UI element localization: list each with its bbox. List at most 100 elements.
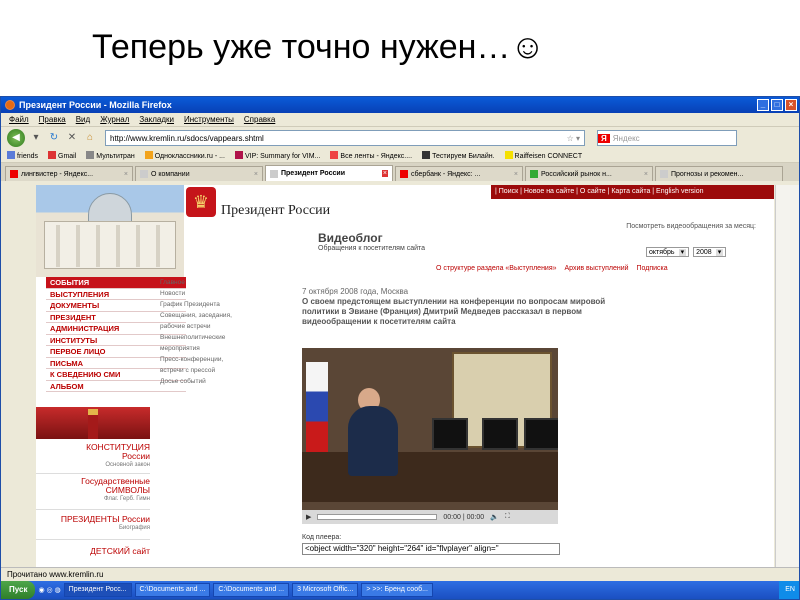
volume-icon[interactable]: 🔈 (490, 513, 499, 521)
window-titlebar[interactable]: Президент России - Mozilla Firefox _ □ × (1, 97, 799, 113)
watch-by-month-label: Посмотреть видеообращения за месяц: (626, 223, 756, 230)
search-box[interactable]: Я Яндекс (597, 130, 737, 146)
taskbar-item[interactable]: 3 Microsoft Offic... (292, 583, 359, 597)
status-bar: Прочитано www.kremlin.ru (1, 567, 799, 581)
submenu-item[interactable]: мероприятия (160, 343, 260, 354)
player-code-field[interactable]: <object width="320" height="264" id="flv… (302, 543, 560, 555)
menu-bar: Файл Правка Вид Журнал Закладки Инструме… (1, 113, 799, 127)
submenu-item[interactable]: встречи с прессой (160, 365, 260, 376)
subnav-subscribe-link[interactable]: Подписка (636, 265, 667, 272)
menu-tools[interactable]: Инструменты (184, 115, 234, 124)
submenu-item[interactable]: Досье событий (160, 376, 260, 387)
menu-view[interactable]: Вид (76, 115, 90, 124)
taskbar-item[interactable]: C:\Documents and ... (134, 583, 211, 597)
player-code-label: Код плеера: (302, 534, 342, 541)
submenu-item[interactable]: Пресс-конференции, (160, 354, 260, 365)
submenu-item[interactable]: Главное (160, 277, 260, 288)
browser-window: Президент России - Mozilla Firefox _ □ ×… (0, 96, 800, 600)
search-placeholder: Яндекс (612, 133, 640, 143)
state-symbols-link[interactable]: Государственные СИМВОЛЫ Флаг. Герб. Гимн (46, 477, 150, 504)
video-frame-person (348, 406, 398, 476)
bookmarks-toolbar: friends Gmail Мультитран Одноклассники.r… (1, 149, 799, 163)
submenu-item[interactable]: График Президента (160, 299, 260, 310)
tab[interactable]: Российский рынок н... × (525, 166, 653, 181)
site-title[interactable]: Президент России (221, 203, 330, 219)
submenu-item[interactable]: рабочие встречи (160, 321, 260, 332)
submenu-item[interactable]: Новости (160, 288, 260, 299)
kremlin-tower-image (36, 407, 150, 439)
subnav-archive-link[interactable]: Архив выступлений (564, 265, 628, 272)
tab[interactable]: сбербанк - Яндекс: ... × (395, 166, 523, 181)
menu-history[interactable]: Журнал (100, 115, 129, 124)
presidents-link[interactable]: ПРЕЗИДЕНТЫ России Биография (46, 515, 150, 533)
bookmark-item[interactable]: friends (7, 151, 38, 160)
kids-site-link[interactable]: ДЕТСКИЙ сайт (46, 547, 150, 556)
tab-close-icon[interactable]: × (254, 171, 258, 178)
chevron-down-icon: ▾ (678, 249, 687, 256)
video-time: 00:00 | 00:00 (443, 513, 485, 521)
reload-icon[interactable]: ↻ (47, 131, 61, 145)
stop-icon[interactable]: ✕ (65, 131, 79, 145)
bookmark-star-icon[interactable]: ☆ ▾ (567, 134, 584, 143)
tab-close-icon[interactable]: × (124, 171, 128, 178)
video-frame-monitor (482, 418, 518, 450)
minimize-button[interactable]: _ (757, 99, 769, 111)
video-seek-bar[interactable] (317, 514, 438, 520)
bookmark-item[interactable]: Raiffeisen CONNECT (504, 151, 582, 160)
menu-edit[interactable]: Правка (39, 115, 66, 124)
window-title: Президент России - Mozilla Firefox (19, 100, 172, 110)
taskbar-item[interactable]: C:\Documents and ... (213, 583, 290, 597)
tab-active[interactable]: Президент России × (265, 165, 393, 181)
constitution-link[interactable]: КОНСТИТУЦИЯ России Основной закон (46, 443, 150, 470)
bookmark-item[interactable]: Тестируем Билайн. (422, 151, 495, 160)
bookmark-item[interactable]: VIP: Summary for VIM... (234, 151, 320, 160)
windows-taskbar: Пуск ◉ ◎ ◍ Президент Росс... C:\Document… (1, 581, 799, 599)
tab[interactable]: О компании × (135, 166, 263, 181)
menu-help[interactable]: Справка (244, 115, 275, 124)
tab[interactable]: Прогнозы и рекомен... (655, 166, 783, 181)
section-title: Видеоблог (318, 231, 383, 245)
video-frame-monitor (524, 418, 558, 450)
tab-bar: лингвистер - Яндекс... × О компании × През… (1, 163, 799, 181)
tab-close-icon[interactable]: × (514, 171, 518, 178)
fullscreen-icon[interactable]: ⛶ (505, 513, 510, 521)
menu-bookmarks[interactable]: Закладки (139, 115, 174, 124)
play-icon[interactable]: ▶ (306, 513, 311, 521)
quicklaunch-icon[interactable]: ◉ ◎ ◍ (38, 586, 60, 594)
section-subnav: О структуре раздела «Выступления» Архив … (436, 265, 674, 272)
article-headline[interactable]: О своем предстоящем выступлении на конфе… (302, 297, 632, 327)
home-icon[interactable]: ⌂ (83, 131, 97, 145)
submenu-item[interactable]: Внешнеполитические (160, 332, 260, 343)
article-date: 7 октября 2008 года, Москва (302, 287, 409, 296)
tab-close-icon[interactable]: × (644, 171, 648, 178)
bookmark-item[interactable]: Одноклассники.ru - ... (144, 151, 225, 160)
maximize-button[interactable]: □ (771, 99, 783, 111)
close-button[interactable]: × (785, 99, 797, 111)
month-select[interactable]: октябрь ▾ (646, 247, 690, 257)
taskbar-item[interactable]: Президент Росс... (63, 583, 132, 597)
video-frame-desk (302, 452, 558, 502)
bookmark-item[interactable]: Gmail (48, 151, 76, 160)
menu-file[interactable]: Файл (9, 115, 29, 124)
slide-title: Теперь уже точно нужен…☺ (92, 28, 546, 66)
video-player[interactable]: ▶ 00:00 | 00:00 🔈 ⛶ (302, 348, 558, 524)
language-indicator[interactable]: EN (785, 586, 795, 593)
subnav-structure-link[interactable]: О структуре раздела «Выступления» (436, 265, 557, 272)
firefox-icon (5, 100, 15, 110)
tab[interactable]: лингвистер - Яндекс... × (5, 166, 133, 181)
bookmark-item[interactable]: Мультитран (86, 151, 135, 160)
back-button[interactable]: ◀ (7, 129, 25, 147)
tab-close-icon[interactable]: × (381, 170, 388, 177)
taskbar-item[interactable]: > >>: Бренд сооб... (361, 583, 433, 597)
top-links-bar[interactable]: | Поиск | Новое на сайте | О сайте | Кар… (491, 185, 774, 199)
coat-of-arms-icon[interactable]: ♛ (186, 187, 216, 217)
kremlin-building-image (36, 185, 184, 277)
submenu-item[interactable]: Совещания, заседания, (160, 310, 260, 321)
start-button[interactable]: Пуск (1, 581, 36, 599)
bookmark-item[interactable]: Все ленты - Яндекс.... (330, 151, 412, 160)
forward-dropdown-icon[interactable]: ▾ (29, 131, 43, 145)
system-tray: EN (779, 581, 799, 599)
url-bar[interactable]: http://www.kremlin.ru/sdocs/vappears.sht… (105, 130, 585, 146)
page-scrollbar[interactable] (775, 185, 799, 569)
year-select[interactable]: 2008 ▾ (693, 247, 727, 257)
